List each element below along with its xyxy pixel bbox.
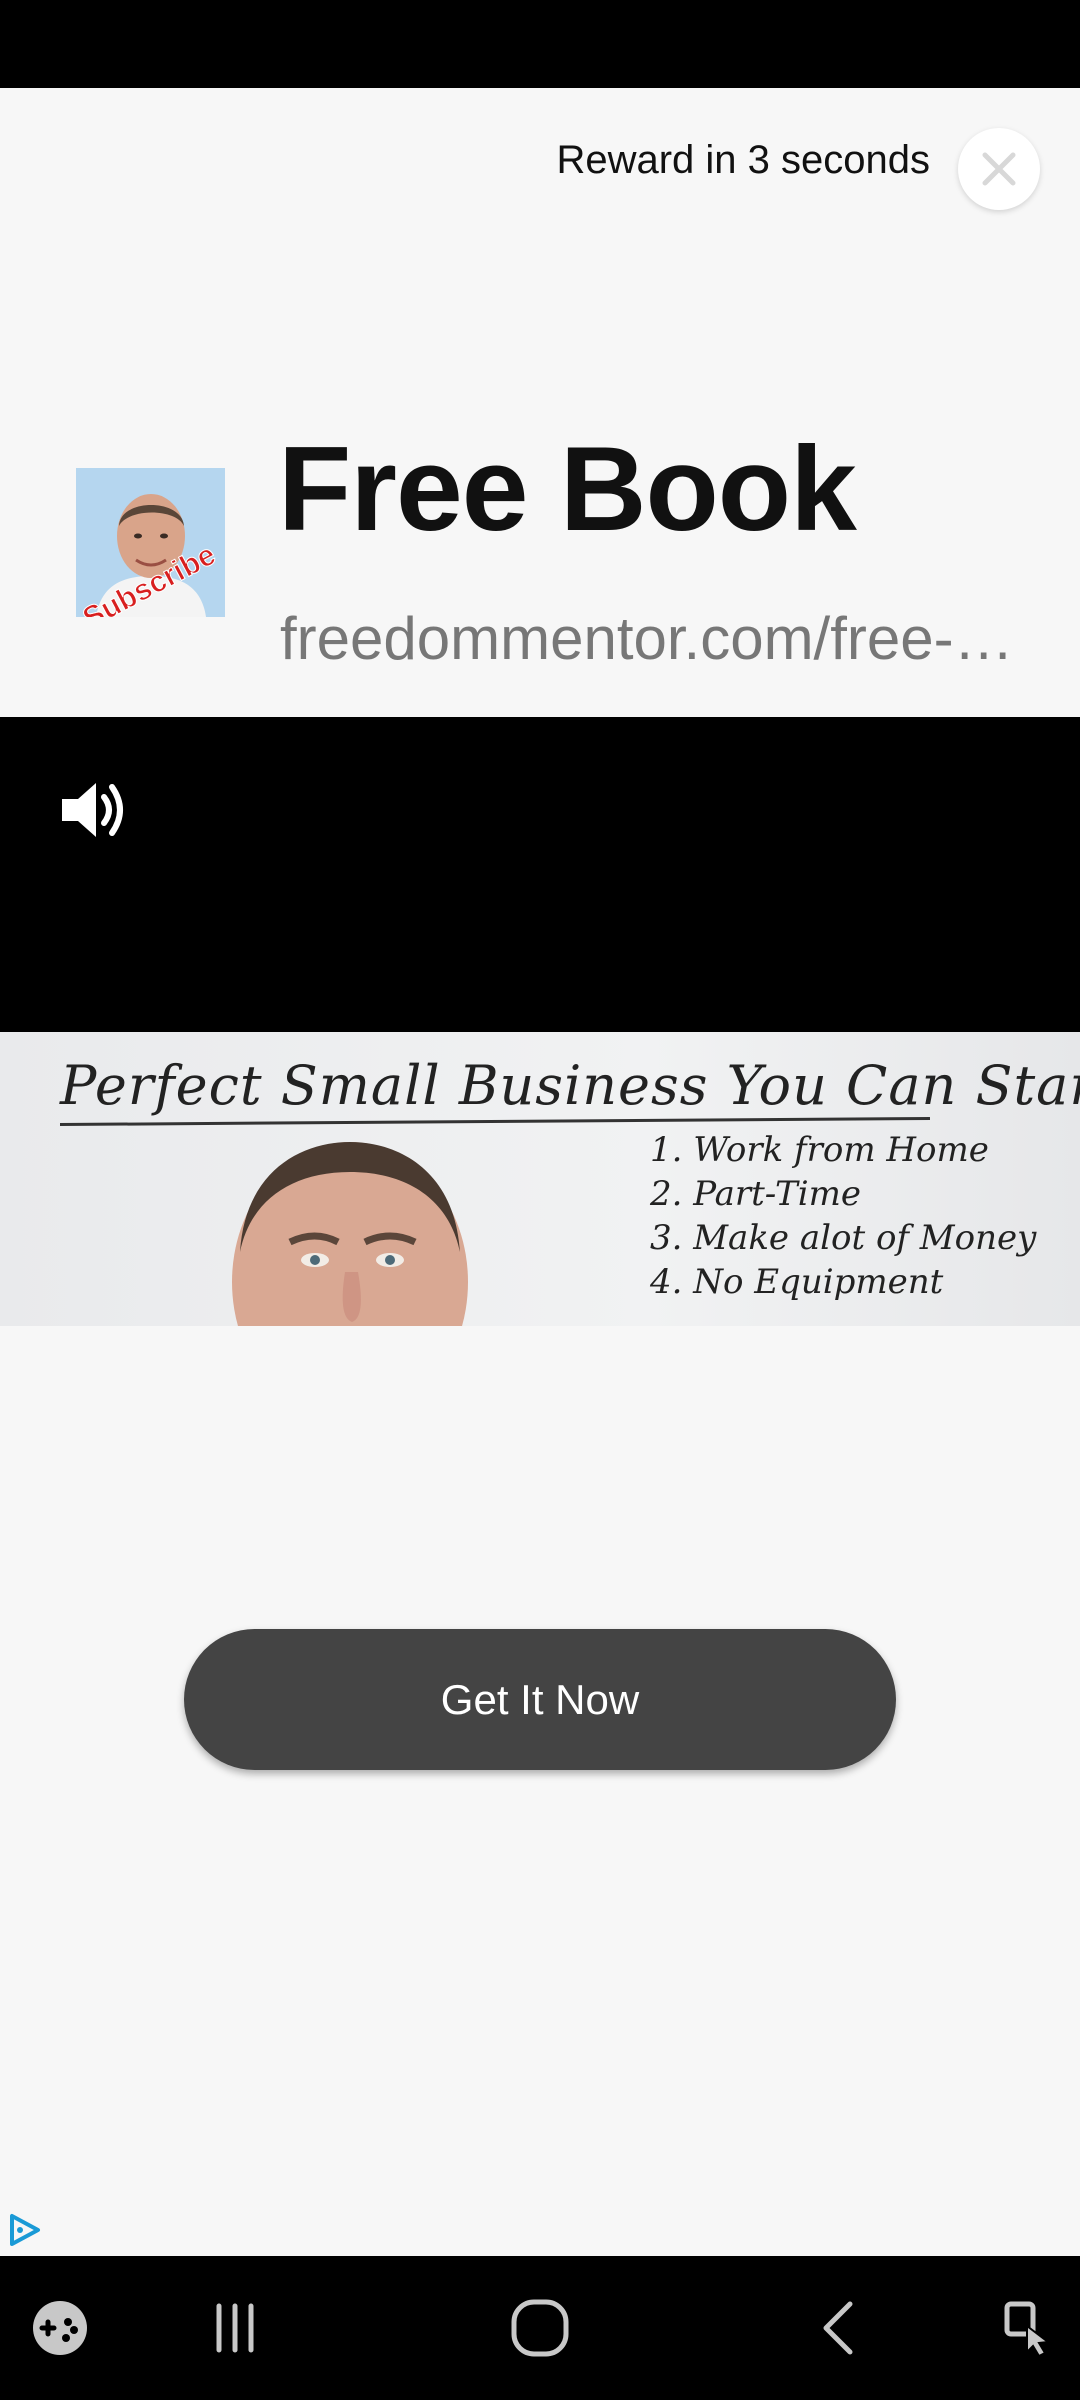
volume-icon[interactable] — [56, 775, 126, 845]
get-it-now-button[interactable]: Get It Now — [184, 1629, 896, 1770]
navigation-bar — [0, 2256, 1080, 2400]
video-frame[interactable]: Perfect Small Business You Can Start 1. … — [0, 1032, 1080, 1326]
whiteboard-list-item: 4. No Equipment — [650, 1262, 944, 1302]
back-icon — [823, 2301, 853, 2355]
accessibility-button[interactable] — [980, 2256, 1070, 2400]
whiteboard-list: 1. Work from Home 2. Part-Time 3. Make a… — [650, 1128, 1036, 1304]
ad-url[interactable]: freedommentor.com/free-… — [280, 604, 1050, 673]
whiteboard-list-item: 3. Make alot of Money — [650, 1218, 1037, 1258]
whiteboard-title: Perfect Small Business You Can Start — [60, 1054, 1080, 1117]
avatar-image: Subscribe — [76, 468, 225, 617]
game-launcher-icon — [33, 2301, 87, 2355]
game-launcher-button[interactable] — [20, 2256, 100, 2400]
video-player[interactable] — [0, 717, 1080, 1032]
recent-apps-button[interactable] — [190, 2256, 280, 2400]
home-button[interactable] — [495, 2256, 585, 2400]
advertiser-avatar[interactable]: Subscribe — [76, 468, 225, 617]
whiteboard-list-item: 2. Part-Time — [650, 1174, 861, 1214]
adchoices-icon[interactable] — [6, 2212, 42, 2248]
recent-apps-icon — [216, 2303, 254, 2353]
status-bar — [0, 0, 1080, 88]
ad-title[interactable]: Free Book — [278, 420, 857, 558]
reward-countdown: Reward in 3 seconds — [556, 138, 930, 182]
close-icon — [982, 152, 1016, 186]
home-icon — [511, 2299, 569, 2357]
back-button[interactable] — [795, 2256, 885, 2400]
whiteboard-list-item: 1. Work from Home — [650, 1130, 989, 1170]
presenter-image — [232, 1142, 468, 1326]
close-button[interactable] — [958, 128, 1040, 210]
whiteboard-underline — [60, 1116, 930, 1127]
accessibility-icon — [1004, 2301, 1051, 2358]
